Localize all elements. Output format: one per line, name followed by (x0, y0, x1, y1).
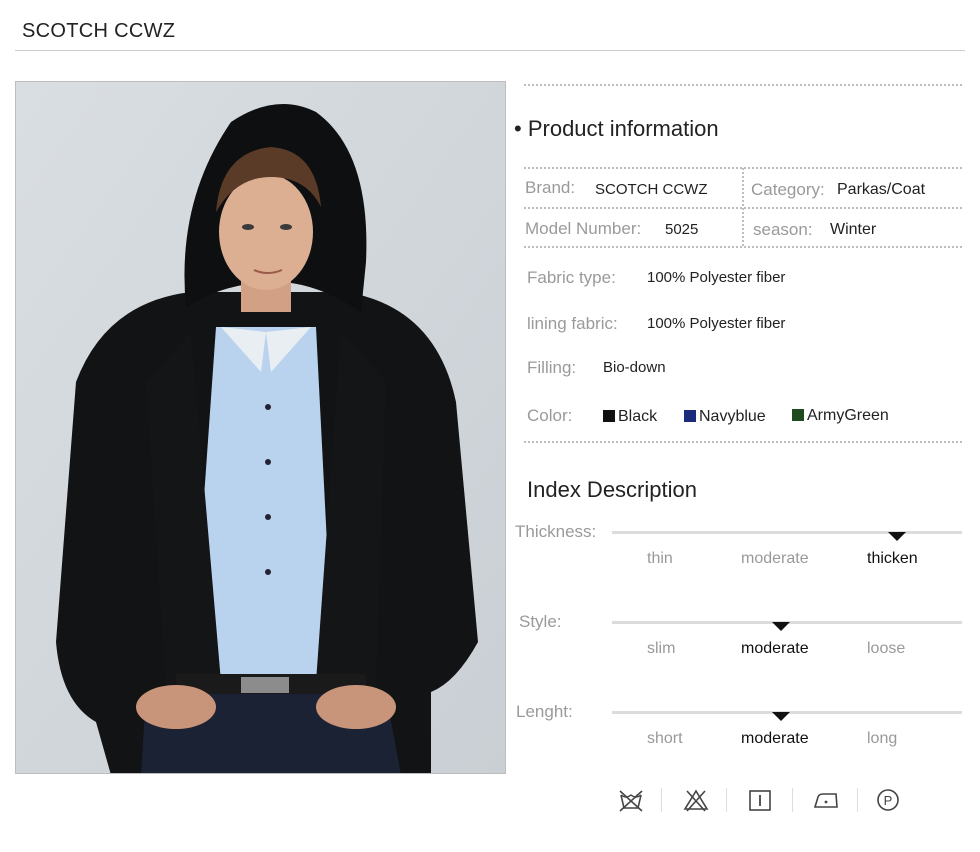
no-bleach-icon (683, 789, 709, 812)
thickness-scale-track (612, 531, 962, 534)
length-marker (772, 712, 790, 721)
style-option-loose: loose (867, 640, 906, 657)
care-icon-separator (792, 788, 793, 812)
color-swatch-black (603, 410, 615, 422)
care-icon-separator (661, 788, 662, 812)
index-description-heading: Index Description (527, 477, 697, 502)
model-number-value: 5025 (665, 221, 699, 238)
length-option-short: short (647, 730, 683, 747)
color-swatch-navyblue (684, 410, 696, 422)
filling-label: Filling: (527, 358, 577, 377)
product-info-title: Product information (527, 116, 719, 141)
season-label: season: (753, 220, 813, 239)
style-label: Style: (519, 612, 562, 631)
product-photo (15, 81, 506, 774)
color-option-black: Black (603, 408, 657, 426)
fabric-type-label: Fabric type: (527, 268, 616, 287)
color-name-black: Black (618, 408, 658, 425)
thickness-option-thin: thin (647, 550, 673, 567)
style-option-slim: slim (647, 640, 676, 657)
category-label: Category: (751, 180, 825, 199)
svg-text:P: P (884, 793, 893, 808)
care-icon-separator (857, 788, 858, 812)
model-number-label: Model Number: (525, 219, 642, 238)
color-option-navyblue: Navyblue (684, 408, 766, 426)
store-brand-title: SCOTCH CCWZ (22, 20, 176, 42)
fabric-type-value: 100% Polyester fiber (647, 269, 786, 286)
lining-fabric-label: lining fabric: (527, 314, 618, 333)
color-label: Color: (527, 406, 573, 425)
style-option-moderate: moderate (741, 640, 809, 657)
divider-top (524, 84, 962, 86)
no-wash-icon (619, 790, 643, 812)
length-option-moderate: moderate (741, 730, 809, 747)
brand-value: SCOTCH CCWZ (595, 181, 708, 198)
thickness-option-thicken: thicken (867, 550, 918, 567)
brand-label: Brand: (525, 178, 576, 197)
product-info-heading: • Product information (514, 116, 719, 142)
hang-dry-icon (749, 790, 771, 811)
style-marker (772, 622, 790, 631)
category-value: Parkas/Coat (837, 181, 926, 198)
thickness-label: Thickness: (515, 522, 597, 541)
thickness-option-moderate: moderate (741, 550, 809, 567)
header-divider (15, 50, 965, 51)
dry-clean-p-icon: P (877, 789, 899, 811)
spec-table-column-divider (742, 168, 744, 246)
heading-bullet: • (514, 116, 522, 141)
care-icon-separator (726, 788, 727, 812)
color-name-armygreen: ArmyGreen (807, 407, 889, 424)
lining-fabric-value: 100% Polyester fiber (647, 315, 786, 332)
divider-info-bottom (524, 441, 962, 443)
filling-value: Bio-down (603, 359, 666, 376)
length-label: Lenght: (516, 702, 573, 721)
length-option-long: long (867, 730, 898, 747)
color-name-navyblue: Navyblue (699, 408, 766, 425)
color-swatch-armygreen (792, 409, 804, 421)
model-in-parka-illustration (16, 82, 505, 773)
spec-table-bottom-border (524, 246, 962, 248)
thickness-marker (888, 532, 906, 541)
iron-low-icon (813, 793, 838, 808)
color-option-armygreen: ArmyGreen (792, 407, 889, 425)
season-value: Winter (830, 221, 877, 238)
